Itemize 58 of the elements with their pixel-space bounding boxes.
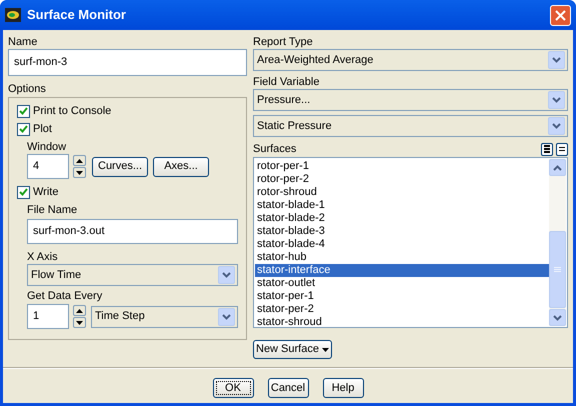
list-label: Surfaces bbox=[253, 142, 298, 157]
dialog-button[interactable]: Help bbox=[322, 378, 364, 398]
caret-icon bbox=[322, 348, 329, 352]
input-field[interactable]: surf-mon-3 bbox=[8, 49, 247, 76]
list-item[interactable]: stator-per-2 bbox=[255, 303, 549, 316]
field-label: Report Type bbox=[253, 35, 314, 49]
dialog-button[interactable]: Cancel bbox=[268, 378, 308, 398]
close-button[interactable] bbox=[550, 4, 571, 26]
scrollbar[interactable] bbox=[549, 159, 566, 326]
window-title: Surface Monitor bbox=[27, 6, 127, 24]
field-label: Get Data Every bbox=[27, 289, 104, 303]
field-label: X Axis bbox=[27, 250, 59, 264]
axes-button[interactable]: Axes... bbox=[153, 156, 209, 176]
dropdown[interactable]: Pressure... bbox=[253, 89, 568, 111]
spin-down-icon[interactable] bbox=[73, 167, 86, 178]
deselect-all-icon[interactable] bbox=[556, 142, 568, 156]
list-item[interactable]: rotor-shroud bbox=[255, 186, 549, 199]
checkbox[interactable] bbox=[17, 186, 30, 198]
field-label: Window bbox=[27, 140, 68, 154]
new-surface-button[interactable]: New Surface bbox=[253, 340, 332, 359]
checkbox-label: Write bbox=[33, 184, 58, 200]
list-item[interactable]: stator-blade-1 bbox=[255, 199, 549, 212]
checkbox[interactable] bbox=[17, 104, 30, 118]
list-item[interactable]: rotor-per-2 bbox=[255, 173, 549, 186]
list-item[interactable]: stator-interface bbox=[255, 264, 549, 277]
list-item[interactable]: stator-shroud bbox=[255, 316, 549, 329]
field-label: Name bbox=[8, 35, 38, 49]
spin-up-icon[interactable] bbox=[73, 305, 86, 316]
close-icon bbox=[555, 10, 566, 20]
dropdown[interactable]: Flow Time bbox=[27, 264, 238, 286]
dialog-button[interactable]: OK bbox=[212, 378, 254, 398]
checkbox-label: Plot bbox=[33, 122, 52, 137]
spin-down-icon[interactable] bbox=[73, 317, 86, 328]
dropdown[interactable]: Static Pressure bbox=[253, 115, 568, 137]
checkbox-label: Print to Console bbox=[33, 104, 112, 119]
checkbox[interactable] bbox=[17, 122, 30, 136]
field-label: Field Variable bbox=[253, 75, 320, 89]
dropdown[interactable]: Area-Weighted Average bbox=[253, 49, 568, 71]
select-all-icon[interactable] bbox=[541, 142, 553, 156]
scroll-thumb[interactable] bbox=[549, 231, 566, 308]
list-item[interactable]: stator-blade-2 bbox=[255, 212, 549, 225]
curves-button[interactable]: Curves... bbox=[92, 156, 148, 176]
list-item[interactable]: rotor-per-1 bbox=[255, 160, 549, 173]
spin-up-icon[interactable] bbox=[73, 155, 86, 166]
list-item[interactable]: stator-per-1 bbox=[255, 290, 549, 303]
input-field[interactable]: 4 bbox=[27, 154, 69, 179]
app-icon bbox=[5, 8, 21, 22]
group-label: Options bbox=[8, 82, 47, 96]
field-label: File Name bbox=[27, 203, 78, 217]
list-item[interactable]: stator-blade-4 bbox=[255, 238, 549, 251]
list-item[interactable]: stator-outlet bbox=[255, 277, 549, 290]
dropdown[interactable]: Time Step bbox=[91, 306, 238, 328]
scroll-up-icon[interactable] bbox=[549, 159, 566, 176]
scroll-down-icon[interactable] bbox=[549, 309, 566, 326]
list-item[interactable]: stator-hub bbox=[255, 251, 549, 264]
input-field[interactable]: surf-mon-3.out bbox=[27, 219, 238, 244]
input-field[interactable]: 1 bbox=[27, 304, 69, 329]
list-item[interactable]: stator-blade-3 bbox=[255, 225, 549, 238]
